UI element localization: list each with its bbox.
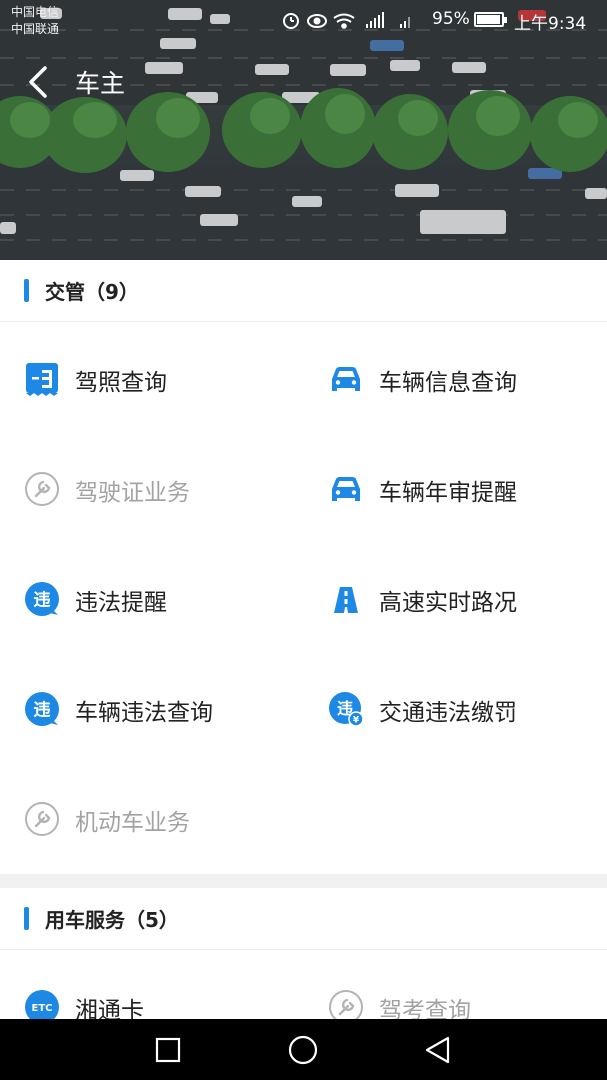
item-annual-inspection-reminder[interactable]: 车辆年审提醒 [328,459,607,519]
item-motor-vehicle-service[interactable]: 机动车业务 [24,789,304,849]
item-vehicle-info-query[interactable]: 车辆信息查询 [328,349,607,409]
section-header: 用车服务（5） [0,888,607,950]
battery-percent: 95% [432,9,470,29]
violation-icon: 违 [25,692,59,726]
carrier-2: 中国联通 [11,22,60,36]
item-label: 违法提醒 [75,590,167,616]
battery-fill [477,15,500,24]
system-back-button[interactable] [421,1033,455,1067]
item-license-service[interactable]: 驾驶证业务 [24,459,304,519]
eye-icon [307,14,327,28]
section-divider [0,874,607,888]
item-label: 车辆年审提醒 [379,480,517,506]
item-label: 车辆信息查询 [379,370,517,396]
item-label: 驾照查询 [75,370,167,396]
item-label: 车辆违法查询 [75,700,213,726]
svg-text:违: 违 [34,590,51,611]
signal-2g-icon [400,17,410,28]
square-icon [155,1037,181,1063]
section-traffic: 交管（9） 驾照查询 车辆信息查询 驾驶证业务 车辆年审提醒 违 违法提醒 高速… [0,260,607,874]
alarm-icon [283,13,299,29]
item-violation-reminder[interactable]: 违 违法提醒 [24,569,304,629]
svg-text:ETC: ETC [32,1003,53,1014]
item-vehicle-violation-query[interactable]: 违 车辆违法查询 [24,679,304,739]
signal-4g-icon [366,12,384,28]
violation-icon: 违 [25,582,59,616]
clock: 上午9:34 [514,14,587,34]
item-label: 机动车业务 [75,810,190,836]
car-icon [332,477,360,501]
svg-text:违: 违 [34,700,51,721]
status-icons [283,12,410,29]
system-nav-bar [0,1019,607,1080]
wrench-icon [25,802,59,836]
back-button[interactable] [22,62,58,102]
item-license-query[interactable]: 驾照查询 [24,349,304,409]
carrier-labels: 中国电信 中国联通 [11,4,59,38]
violation-pay-icon: 违 ¥ [329,692,364,727]
license-icon [26,363,58,396]
chevron-left-icon [29,66,47,98]
page-title: 车主 [75,69,126,98]
wrench-icon [25,472,59,506]
carrier-1: 中国电信 [11,5,60,19]
page: 中国电信 中国联通 95% 上午9:34 车主 交管（9） 驾照查询 车辆信息查… [0,0,607,1080]
item-violation-payment[interactable]: 违 ¥ 交通违法缴罚 [328,679,607,739]
highway-icon [334,587,358,613]
svg-text:¥: ¥ [353,716,360,726]
section-car-service: 用车服务（5） ETC 湘通卡 驾考查询 [0,888,607,1024]
wifi-icon [333,13,355,29]
section-accent-bar [24,279,29,302]
section-accent-bar [24,907,29,930]
car-icon [332,367,360,391]
circle-icon [288,1035,318,1065]
recent-apps-button[interactable] [151,1033,185,1067]
item-label: 驾驶证业务 [75,480,190,506]
item-highway-traffic[interactable]: 高速实时路况 [328,569,607,629]
section-header: 交管（9） [0,260,607,322]
triangle-back-icon [425,1036,450,1064]
section-title: 用车服务（5） [45,908,179,932]
home-button[interactable] [286,1033,320,1067]
section-title: 交管（9） [45,280,139,304]
item-label: 交通违法缴罚 [379,700,517,726]
item-label: 高速实时路况 [379,590,517,616]
battery-icon [474,12,507,27]
status-bar: 中国电信 中国联通 95% 上午9:34 [0,0,607,40]
